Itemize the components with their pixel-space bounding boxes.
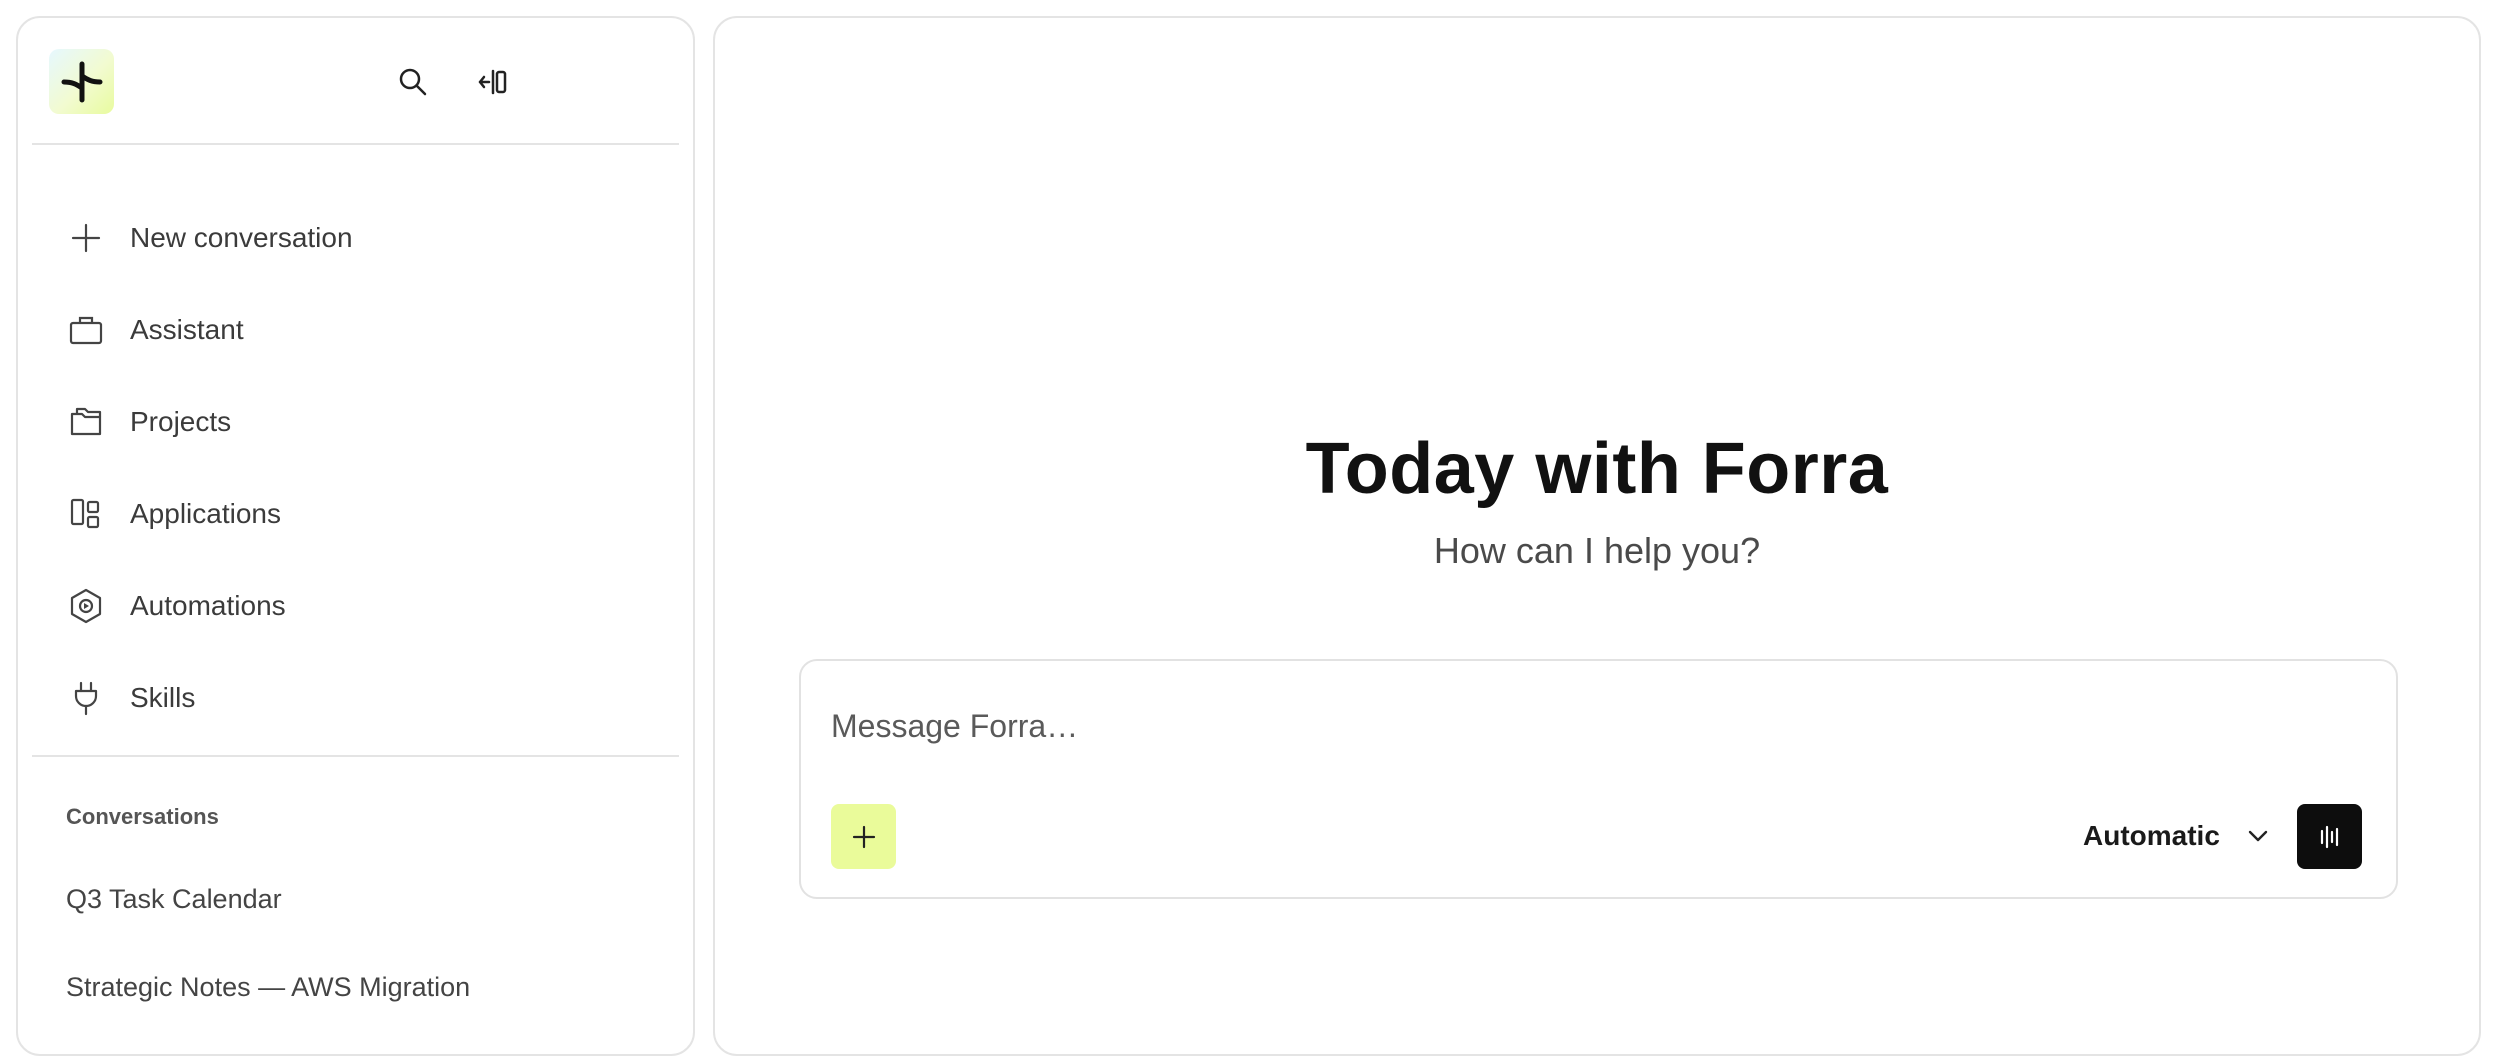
- chevron-down-icon: [2246, 824, 2270, 848]
- page-subtitle: How can I help you?: [1433, 530, 1761, 571]
- sidebar-item-automations[interactable]: Automations: [18, 560, 693, 652]
- message-composer: Automatic: [799, 659, 2398, 899]
- apps-grid-icon: [66, 494, 106, 534]
- sidebar-item-applications[interactable]: Applications: [18, 468, 693, 560]
- sidebar-divider-top: [32, 143, 679, 145]
- waveform-icon: [2320, 825, 2338, 848]
- briefcase-icon: [66, 310, 106, 350]
- collapse-sidebar-icon[interactable]: [473, 62, 513, 102]
- folders-icon: [66, 402, 106, 442]
- sidebar-item-label: Projects: [130, 406, 232, 437]
- sidebar-item-label: New conversation: [130, 222, 353, 253]
- conversation-item[interactable]: Strategic Notes — AWS Migration: [66, 972, 470, 1003]
- sidebar-item-projects[interactable]: Projects: [18, 376, 693, 468]
- sidebar-item-label: Assistant: [130, 314, 244, 345]
- message-input[interactable]: [831, 701, 2331, 751]
- sidebar-item-new-conversation[interactable]: New conversation: [18, 192, 693, 284]
- sidebar: New conversation Assistant Projects Appl…: [16, 16, 695, 1056]
- logo-mark-icon: [61, 61, 102, 102]
- sidebar-item-label: Skills: [130, 682, 196, 713]
- model-select-label: Automatic: [2083, 820, 2220, 851]
- page-title: Today with Forra: [1305, 429, 1889, 509]
- conversations-section-title: Conversations: [66, 804, 219, 829]
- plug-icon: [66, 678, 106, 718]
- plus-icon: [66, 218, 106, 258]
- conversation-item[interactable]: Q3 Task Calendar: [66, 884, 282, 915]
- search-icon[interactable]: [393, 62, 433, 102]
- sidebar-item-skills[interactable]: Skills: [18, 652, 693, 744]
- model-select[interactable]: Automatic: [2083, 811, 2270, 861]
- attach-button[interactable]: [831, 804, 896, 869]
- sidebar-divider-middle: [32, 755, 679, 757]
- sidebar-header: [18, 18, 693, 146]
- automation-hexagon-icon: [66, 586, 106, 626]
- sidebar-item-label: Applications: [130, 498, 281, 529]
- plus-icon: [852, 825, 875, 848]
- main-panel: Today with Forra How can I help you? Aut…: [713, 16, 2481, 1056]
- sidebar-item-label: Automations: [130, 590, 286, 621]
- sidebar-item-assistant[interactable]: Assistant: [18, 284, 693, 376]
- sidebar-nav: New conversation Assistant Projects Appl…: [18, 192, 693, 744]
- forra-logo[interactable]: [49, 49, 114, 114]
- voice-button[interactable]: [2297, 804, 2362, 869]
